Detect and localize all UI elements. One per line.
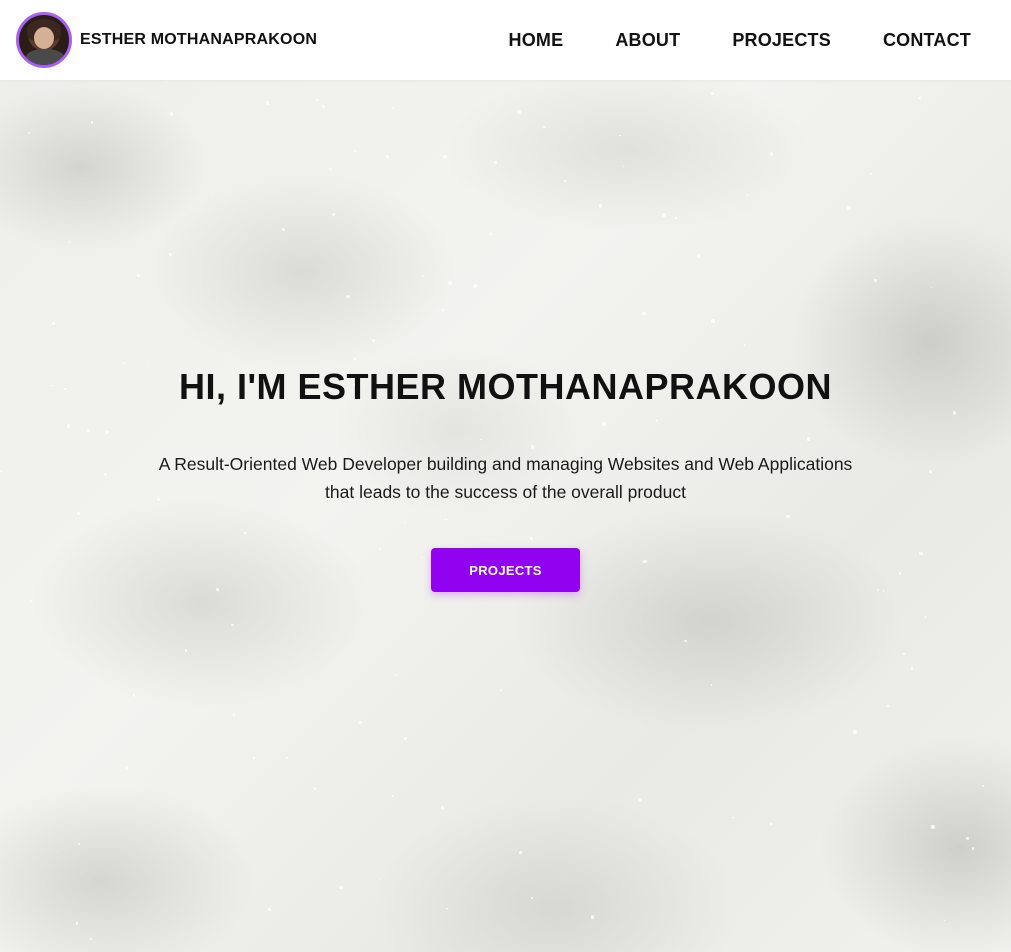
nav-item-home[interactable]: HOME [509,30,564,51]
profile-avatar [16,12,72,68]
hero-subtitle-line-1: A Result-Oriented Web Developer building… [158,454,853,474]
main-nav: HOME ABOUT PROJECTS CONTACT [457,30,972,51]
hero-content: HI, I'M ESTHER MOTHANAPRAKOON A Result-O… [0,80,1011,952]
brand-link[interactable]: ESTHER MOTHANAPRAKOON [16,12,317,68]
nav-item-contact[interactable]: CONTACT [883,30,971,51]
nav-item-projects[interactable]: PROJECTS [732,30,831,51]
hero-subtitle-line-2: that leads to the success of the overall… [325,482,686,502]
site-header: ESTHER MOTHANAPRAKOON HOME ABOUT PROJECT… [0,0,1011,80]
hero-title: HI, I'M ESTHER MOTHANAPRAKOON [178,366,833,407]
projects-button[interactable]: PROJECTS [431,548,580,592]
avatar-face-shape [34,27,54,49]
hero-section: HI, I'M ESTHER MOTHANAPRAKOON A Result-O… [0,80,1011,952]
nav-item-about[interactable]: ABOUT [615,30,680,51]
brand-name: ESTHER MOTHANAPRAKOON [80,31,318,48]
avatar-shirt-shape [25,49,65,65]
hero-subtitle: A Result-Oriented Web Developer building… [146,450,866,506]
